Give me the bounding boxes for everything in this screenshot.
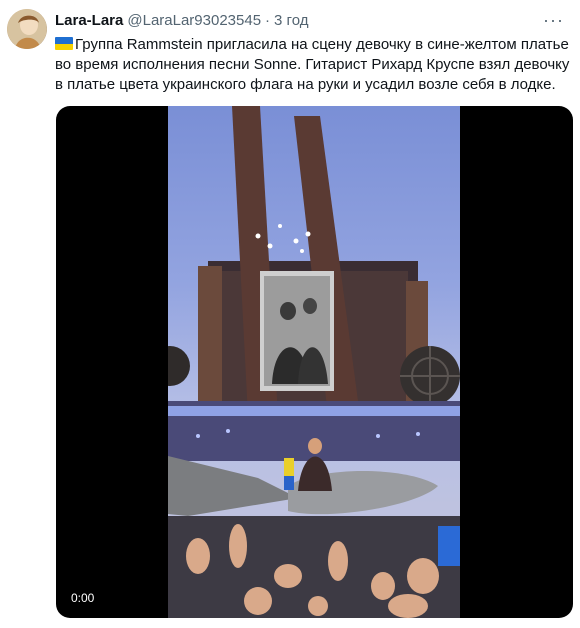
concert-stage-image (168, 106, 460, 618)
avatar-image (7, 9, 47, 49)
author-name[interactable]: Lara-Lara (55, 12, 123, 29)
tweet-card: Lara-Lara @LaraLar93023545 · 3 год ··· Г… (0, 0, 580, 628)
tweet-text: Группа Rammstein пригласила на сцену дев… (55, 35, 570, 95)
author-handle[interactable]: @LaraLar93023545 (127, 12, 261, 29)
tweet-time[interactable]: 3 год (274, 12, 308, 29)
header-separator: · (265, 12, 271, 29)
tweet-text-line-1-content: Группа Rammstein пригласила на сцену дев… (75, 36, 569, 53)
more-options-icon[interactable]: ··· (543, 10, 564, 31)
video-frame (168, 106, 460, 618)
tweet-text-line-1: Группа Rammstein пригласила на сцену дев… (55, 35, 570, 55)
author-avatar[interactable] (7, 9, 47, 49)
video-player[interactable]: 0:00 (56, 106, 573, 618)
tweet-header: Lara-Lara @LaraLar93023545 · 3 год (55, 12, 308, 29)
video-timestamp: 0:00 (71, 591, 95, 605)
ukraine-flag-icon (55, 37, 73, 50)
tweet-text-line-3: в платье цвета украинского флага на руки… (55, 76, 556, 93)
tweet-text-line-2: во время исполнения песни Sonne. Гитарис… (55, 56, 570, 73)
